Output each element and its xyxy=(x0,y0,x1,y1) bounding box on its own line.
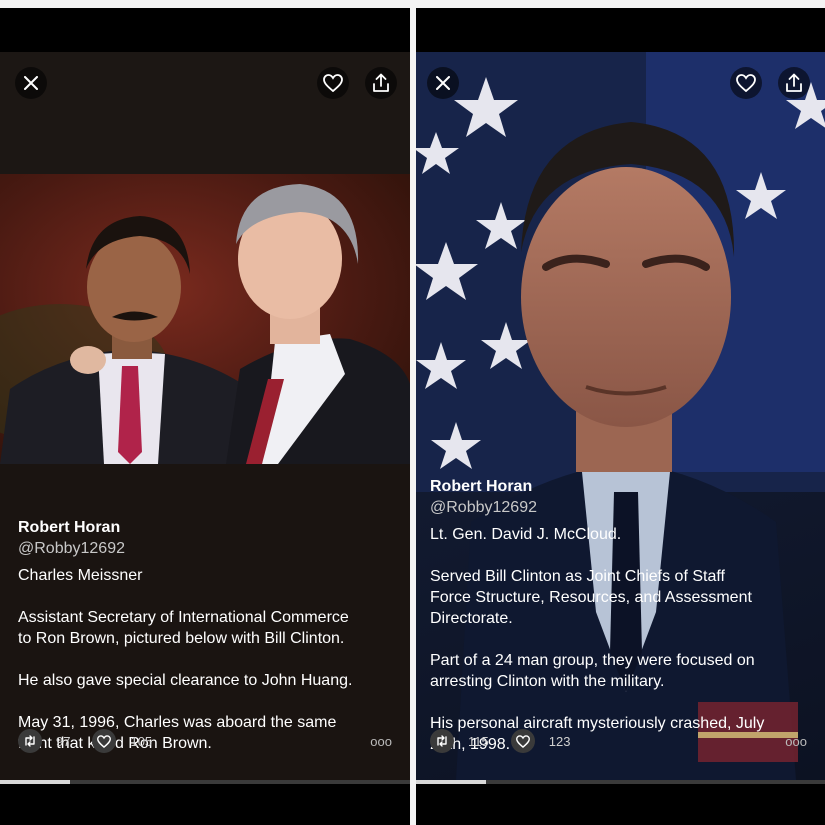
tweet-actions: 97 105 ooo xyxy=(18,728,392,754)
heart-icon xyxy=(736,74,756,92)
like-button[interactable] xyxy=(92,729,117,753)
author-handle[interactable]: @Robby12692 xyxy=(18,540,125,557)
retweet-count: 115 xyxy=(468,733,489,749)
share-icon xyxy=(786,73,802,92)
tweet-text-block: Robert Horan @Robby12692 Charles Meissne… xyxy=(18,496,396,754)
close-icon xyxy=(436,76,450,90)
heart-icon xyxy=(323,74,343,92)
more-icon[interactable]: ooo xyxy=(785,734,807,749)
retweet-button[interactable] xyxy=(430,729,454,753)
retweet-icon xyxy=(25,735,35,747)
header-area xyxy=(0,52,410,174)
tweet-photo[interactable] xyxy=(0,174,410,464)
close-button[interactable] xyxy=(427,67,459,99)
close-button[interactable] xyxy=(15,67,47,99)
like-button[interactable] xyxy=(510,729,535,753)
progress-bar xyxy=(416,780,825,784)
top-strip xyxy=(0,0,410,8)
share-button[interactable] xyxy=(778,67,810,99)
like-button-top[interactable] xyxy=(730,67,762,99)
progress-fill xyxy=(0,780,70,784)
top-strip xyxy=(416,0,825,8)
share-button[interactable] xyxy=(365,67,397,99)
author-name[interactable]: Robert Horan xyxy=(430,478,532,495)
like-button-top[interactable] xyxy=(317,67,349,99)
retweet-button[interactable] xyxy=(18,729,42,753)
photo-two-men xyxy=(0,184,410,464)
tweet-paragraph: He also gave special clearance to John H… xyxy=(18,672,353,689)
author-name[interactable]: Robert Horan xyxy=(18,519,120,536)
right-tweet-panel: Robert Horan @Robby12692 Lt. Gen. David … xyxy=(416,0,825,825)
progress-fill xyxy=(416,780,486,784)
like-count: 105 xyxy=(130,733,153,749)
left-tweet-panel: Robert Horan @Robby12692 Charles Meissne… xyxy=(0,0,410,825)
like-count: 123 xyxy=(548,733,571,749)
more-icon[interactable]: ooo xyxy=(370,734,392,749)
retweet-icon xyxy=(437,735,447,747)
tweet-paragraph: Part of a 24 man group, they were focuse… xyxy=(430,652,755,690)
tweet-subtitle: Lt. Gen. David J. McCloud. xyxy=(430,526,622,543)
heart-icon xyxy=(515,734,530,748)
share-icon xyxy=(373,73,389,92)
heart-icon xyxy=(97,734,112,748)
retweet-count: 97 xyxy=(56,733,71,749)
author-handle[interactable]: @Robby12692 xyxy=(430,499,537,516)
tweet-paragraph: Served Bill Clinton as Joint Chiefs of S… xyxy=(430,568,752,627)
tweet-subtitle: Charles Meissner xyxy=(18,567,143,584)
author-line: Robert Horan @Robby12692 xyxy=(18,496,396,559)
author-line: Robert Horan @Robby12692 xyxy=(430,455,811,518)
tweet-text-block: Robert Horan @Robby12692 Lt. Gen. David … xyxy=(430,455,811,755)
progress-bar xyxy=(0,780,410,784)
tweet-actions: 115 123 ooo xyxy=(430,728,807,754)
close-icon xyxy=(24,76,38,90)
tweet-paragraph: Assistant Secretary of International Com… xyxy=(18,609,349,647)
